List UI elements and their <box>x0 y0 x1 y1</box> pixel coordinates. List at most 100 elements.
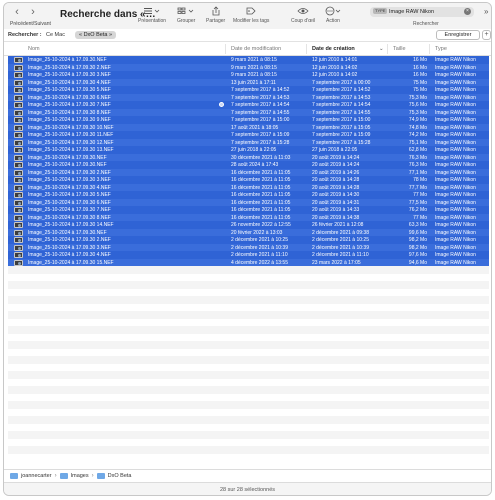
file-created: 7 septembre 2017 à 15:28 <box>312 139 371 146</box>
search-field[interactable]: TYPE Image RAW Nikon × <box>370 7 474 17</box>
file-row[interactable]: Image_25-10-2024 à 17.09.30 13.NEF 27 jui… <box>8 146 489 154</box>
file-modified: 9 mars 2021 à 08:15 <box>231 64 277 71</box>
column-divider[interactable] <box>387 44 388 54</box>
file-modified: 7 septembre 2017 à 15:00 <box>231 117 290 123</box>
file-size: 99,6 Mo <box>408 229 427 236</box>
group-button[interactable]: Grouper <box>177 6 195 24</box>
file-size: 75 Mo <box>413 87 427 93</box>
file-row[interactable]: Image_25-10-2024 à 17.09.30 3.NEF 9 mars … <box>8 71 489 79</box>
column-name[interactable]: Nom <box>28 46 40 52</box>
file-kind: Image RAW Nikon <box>435 192 476 198</box>
scope-this-mac[interactable]: Ce Mac <box>46 32 65 38</box>
clear-search-button[interactable]: × <box>464 8 471 15</box>
more-toolbar-button[interactable]: » <box>484 7 488 16</box>
file-modified: 2 décembre 2021 à 10:39 <box>231 244 288 251</box>
add-criteria-button[interactable]: + <box>482 30 491 40</box>
file-name: Image_25-10-2024 à 17.09.30 4.NEF <box>28 184 111 191</box>
file-row[interactable]: Image_25-10-2024 à 17.09.30 7.NEF 7 septe… <box>8 101 489 109</box>
column-divider[interactable] <box>225 44 226 54</box>
breadcrumb-item[interactable]: joannecarter <box>21 473 52 479</box>
share-button[interactable]: Partager <box>206 6 225 24</box>
file-created: 7 septembre 2017 à 00:00 <box>312 79 371 86</box>
raw-image-icon <box>14 139 23 146</box>
raw-image-icon <box>14 132 23 138</box>
file-modified: 9 mars 2021 à 08:15 <box>231 72 277 78</box>
raw-image-icon <box>14 199 23 206</box>
file-name: Image_25-10-2024 à 17.09.30 5.NEF <box>28 192 111 198</box>
file-modified: 20 février 2022 à 13:03 <box>231 229 283 236</box>
file-created: 20 août 2019 à 14:28 <box>312 184 360 191</box>
file-size: 76,3 Mo <box>408 162 427 168</box>
file-row[interactable]: Image_25-10-2024 à 17.09.30.NEF 28 août 2… <box>8 161 489 169</box>
eye-icon <box>291 6 315 18</box>
file-name: Image_25-10-2024 à 17.09.30 4.NEF <box>28 79 111 86</box>
file-row[interactable]: Image_25-10-2024 à 17.09.30 11.NEF 7 sept… <box>8 131 489 139</box>
file-row[interactable]: Image_25-10-2024 à 17.09.30 3.NEF 16 déce… <box>8 176 489 184</box>
file-row[interactable]: Image_25-10-2024 à 17.09.30.NEF 20 févrie… <box>8 228 489 236</box>
file-row[interactable]: Image_25-10-2024 à 17.09.30 12.NEF 7 sept… <box>8 138 489 146</box>
file-row[interactable]: Image_25-10-2024 à 17.09.30 14.NEF 26 nov… <box>8 221 489 229</box>
file-created: 7 septembre 2017 à 14:55 <box>312 109 371 116</box>
column-divider[interactable] <box>306 44 307 54</box>
file-row[interactable]: Image_25-10-2024 à 17.09.30 5.NEF 7 septe… <box>8 86 489 94</box>
file-row[interactable]: Image_25-10-2024 à 17.09.30 6.NEF 16 déce… <box>8 198 489 206</box>
file-row[interactable]: Image_25-10-2024 à 17.09.30 8.NEF 7 septe… <box>8 108 489 116</box>
file-row[interactable]: Image_25-10-2024 à 17.09.30 2.NEF 9 mars … <box>8 63 489 71</box>
file-created: 7 septembre 2017 à 14:52 <box>312 87 371 93</box>
search-value: Image RAW Nikon <box>388 9 435 15</box>
file-name: Image_25-10-2024 à 17.09.30.NEF <box>28 57 107 63</box>
empty-row <box>8 401 489 409</box>
column-size[interactable]: Taille <box>393 46 406 52</box>
column-header: Nom Date de modification Date de créatio… <box>4 42 491 56</box>
empty-row <box>8 416 489 424</box>
file-row[interactable]: Image_25-10-2024 à 17.09.30 4.NEF 16 déce… <box>8 183 489 191</box>
file-created: 20 août 2019 à 14:33 <box>312 207 360 213</box>
empty-row <box>8 356 489 364</box>
file-row[interactable]: Image_25-10-2024 à 17.09.30 2.NEF 2 décem… <box>8 236 489 244</box>
empty-row <box>8 431 489 439</box>
file-row[interactable]: Image_25-10-2024 à 17.09.30 7.NEF 16 déce… <box>8 206 489 214</box>
file-row[interactable]: Image_25-10-2024 à 17.09.30 6.NEF 7 septe… <box>8 93 489 101</box>
file-row[interactable]: Image_25-10-2024 à 17.09.30.NEF 9 mars 20… <box>8 56 489 64</box>
action-button[interactable]: Action <box>324 6 342 24</box>
file-row[interactable]: Image_25-10-2024 à 17.09.30 4.NEF 13 juin… <box>8 78 489 86</box>
file-size: 75,3 Mo <box>408 109 427 116</box>
file-row[interactable]: Image_25-10-2024 à 17.09.30 15.NEF 4 déce… <box>8 258 489 266</box>
file-created: 7 septembre 2017 à 14:53 <box>312 94 371 101</box>
file-row[interactable]: Image_25-10-2024 à 17.09.30 3.NEF 2 décem… <box>8 243 489 251</box>
raw-image-icon <box>14 259 23 266</box>
file-modified: 16 décembre 2021 à 11:05 <box>231 207 291 213</box>
file-row[interactable]: Image_25-10-2024 à 17.09.30 2.NEF 16 déce… <box>8 168 489 176</box>
file-row[interactable]: Image_25-10-2024 à 17.09.30.NEF 30 décemb… <box>8 153 489 161</box>
file-row[interactable]: Image_25-10-2024 à 17.09.30 5.NEF 16 déce… <box>8 191 489 199</box>
file-row[interactable]: Image_25-10-2024 à 17.09.30 9.NEF 7 septe… <box>8 116 489 124</box>
file-kind: Image RAW Nikon <box>435 177 476 183</box>
breadcrumb-item[interactable]: Images <box>71 473 89 479</box>
view-button[interactable]: Présentation <box>138 6 166 24</box>
empty-row <box>8 408 489 416</box>
scope-current-folder[interactable]: « DxO Beta » <box>75 31 117 39</box>
column-created[interactable]: Date de création <box>312 46 355 52</box>
save-search-button[interactable]: Enregistrer <box>436 30 480 40</box>
list-grid-icon <box>138 6 166 18</box>
file-created: 20 août 2019 à 14:38 <box>312 214 360 221</box>
file-row[interactable]: Image_25-10-2024 à 17.09.30 4.NEF 2 décem… <box>8 251 489 259</box>
empty-row <box>8 446 489 454</box>
search-token[interactable]: TYPE <box>373 8 388 14</box>
column-kind[interactable]: Type <box>435 46 447 52</box>
action-label: Action <box>326 18 340 24</box>
column-modified[interactable]: Date de modification <box>231 46 281 52</box>
file-row[interactable]: Image_25-10-2024 à 17.09.30 8.NEF 16 déce… <box>8 213 489 221</box>
raw-image-icon <box>14 72 23 78</box>
file-created: 27 juin 2018 à 22:05 <box>312 147 358 153</box>
edit-tags-button[interactable]: Modifier les tags <box>233 6 269 24</box>
forward-button[interactable]: › <box>26 6 40 18</box>
selection-status: 28 sur 28 sélectionnés <box>219 487 276 493</box>
breadcrumb-item[interactable]: DxO Beta <box>108 473 132 479</box>
empty-row <box>8 386 489 394</box>
quicklook-button[interactable]: Coup d'œil <box>291 6 315 24</box>
back-button[interactable]: ‹ <box>10 6 24 18</box>
column-divider[interactable] <box>429 44 430 54</box>
file-row[interactable]: Image_25-10-2024 à 17.09.30 10.NEF 17 aoû… <box>8 123 489 131</box>
nav-buttons: ‹ › <box>10 6 40 18</box>
